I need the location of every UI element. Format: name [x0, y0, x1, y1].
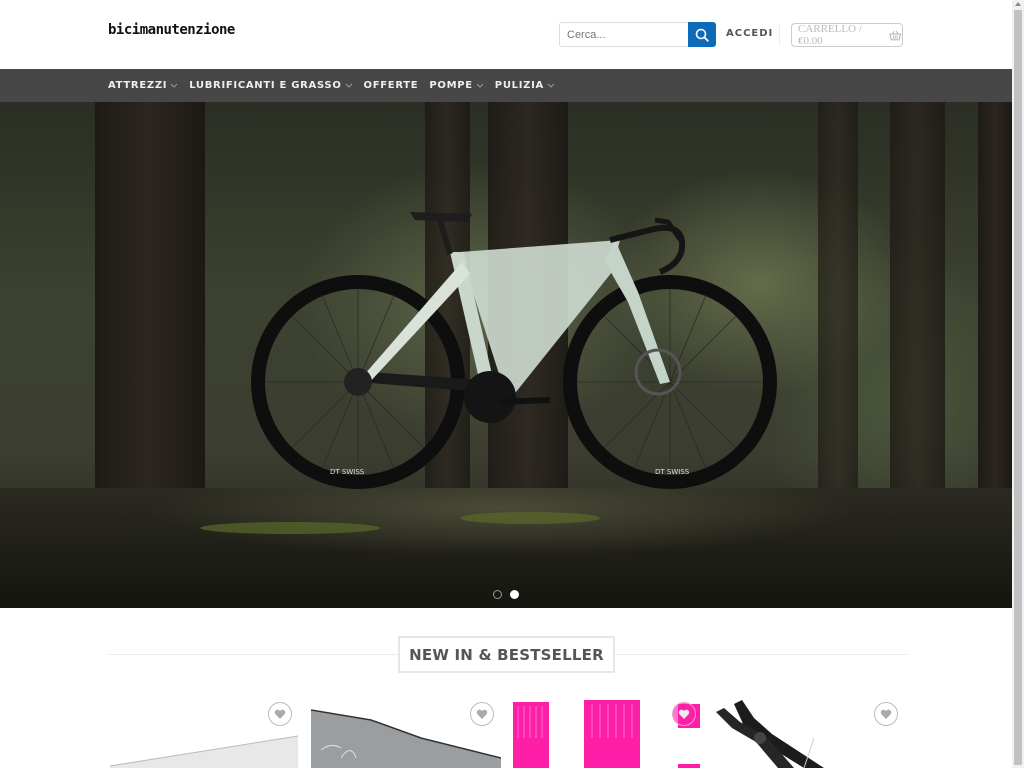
nav-item-pulizia[interactable]: PULIZIA	[495, 80, 555, 91]
chevron-down-icon	[547, 83, 555, 88]
scrollbar-thumb[interactable]	[1014, 10, 1022, 765]
nav-item-label: OFFERTE	[363, 80, 419, 91]
tree-trunk	[978, 102, 1012, 522]
nav-item-label: PULIZIA	[494, 80, 544, 91]
chevron-down-icon	[170, 83, 178, 88]
nav-item-label: POMPE	[429, 80, 473, 91]
wishlist-button[interactable]	[470, 702, 494, 726]
bike-image: DT SWISS DT SWISS	[251, 212, 777, 489]
heart-icon	[678, 709, 690, 719]
wishlist-button[interactable]	[672, 702, 696, 726]
cart-button[interactable]: CARRELLO / €0.00	[791, 23, 903, 47]
hero-slider[interactable]: DT SWISS DT SWISS	[0, 102, 1012, 608]
tree-trunk	[95, 102, 205, 522]
search-form	[559, 22, 716, 47]
heart-icon	[476, 709, 488, 719]
login-link[interactable]: ACCEDI	[726, 28, 773, 39]
page-scrollbar[interactable]	[1012, 0, 1024, 768]
slider-dot-2[interactable]	[510, 590, 519, 599]
search-input[interactable]	[559, 22, 688, 47]
heart-icon	[880, 709, 892, 719]
slider-dots	[0, 590, 1012, 599]
main-nav: ATTREZZI LUBRIFICANTI E GRASSO OFFERTE P…	[0, 69, 1012, 102]
header-divider	[779, 24, 780, 46]
slider-dot-1[interactable]	[493, 590, 502, 599]
nav-item-label: ATTREZZI	[108, 80, 168, 91]
nav-item-lubrificanti[interactable]: LUBRIFICANTI E GRASSO	[189, 80, 352, 91]
moss	[460, 512, 600, 524]
site-logo[interactable]: bicimanutenzione	[108, 22, 235, 38]
heart-icon	[274, 709, 286, 719]
wishlist-button[interactable]	[268, 702, 292, 726]
tree-trunk	[818, 102, 858, 502]
wheel-brand-label: DT SWISS	[330, 468, 365, 476]
tree-trunk	[890, 102, 945, 522]
chevron-down-icon	[476, 83, 484, 88]
scroll-up-arrow-icon[interactable]	[1015, 2, 1021, 6]
site-header: bicimanutenzione ACCEDI CARRELLO / €0.00	[0, 0, 1012, 69]
chevron-down-icon	[345, 83, 352, 88]
cart-label: CARRELLO / €0.00	[798, 23, 862, 47]
search-button[interactable]	[688, 22, 716, 47]
nav-item-label: LUBRIFICANTI E GRASSO	[189, 80, 342, 91]
nav-item-offerte[interactable]: OFFERTE	[364, 80, 419, 91]
nav-item-attrezzi[interactable]: ATTREZZI	[108, 80, 178, 91]
basket-icon	[889, 30, 902, 40]
moss	[200, 522, 380, 534]
wheel-brand-label: DT SWISS	[655, 468, 690, 476]
search-icon	[695, 28, 709, 42]
section-title: NEW IN & BESTSELLER	[398, 636, 615, 673]
wishlist-button[interactable]	[874, 702, 898, 726]
nav-item-pompe[interactable]: POMPE	[429, 80, 484, 91]
